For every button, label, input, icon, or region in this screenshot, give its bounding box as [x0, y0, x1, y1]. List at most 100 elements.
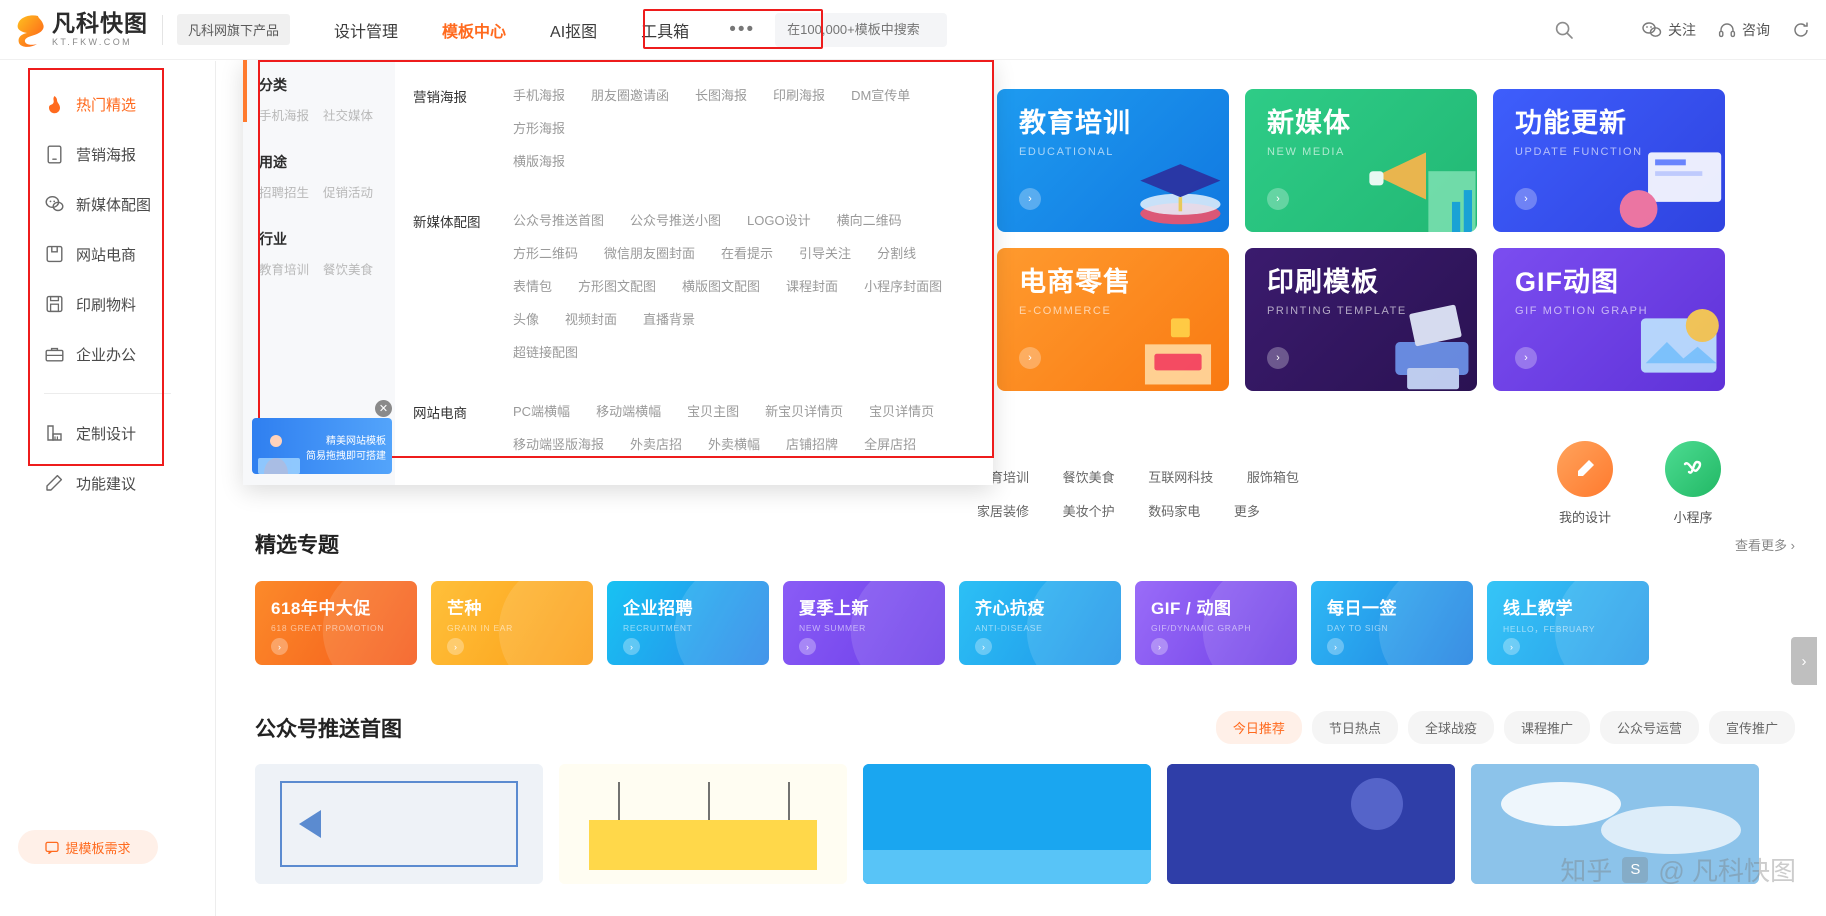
chip-course[interactable]: 课程推广	[1503, 711, 1590, 744]
mega-item[interactable]: 新宝贝详情页	[765, 401, 843, 420]
chip-promotion[interactable]: 宣传推广	[1708, 711, 1795, 744]
nav-item-toolbox[interactable]: 工具箱	[619, 18, 711, 42]
industry-tag[interactable]: 家居装修	[977, 495, 1029, 529]
nav-item-ai-cutout[interactable]: AI抠图	[528, 18, 619, 42]
sidebar-item-feature-suggest[interactable]: 功能建议	[0, 458, 215, 508]
mega-item[interactable]: 宝贝主图	[687, 401, 739, 420]
mega-item[interactable]: 方形图文配图	[578, 276, 656, 295]
mega-item[interactable]: 长图海报	[695, 85, 747, 104]
industry-tag[interactable]: 互联网科技	[1148, 461, 1213, 495]
mega-item[interactable]: 横版图文配图	[682, 276, 760, 295]
topic-card[interactable]: 618年中大促 618 GREAT PROMOTION ›	[255, 581, 417, 665]
thumbnail-card[interactable]	[255, 764, 543, 884]
mega-item[interactable]: 在看提示	[721, 243, 773, 262]
mega-item[interactable]: 引导关注	[799, 243, 851, 262]
topics-next-button[interactable]: ›	[1791, 637, 1817, 685]
thumbnail-card[interactable]	[559, 764, 847, 884]
refresh-button[interactable]	[1792, 21, 1816, 39]
mega-item[interactable]: DM宣传单	[851, 85, 910, 104]
mega-item[interactable]: 直播背景	[643, 309, 695, 328]
mega-item[interactable]: 店铺招牌	[786, 434, 838, 453]
template-request-button[interactable]: 提模板需求	[18, 830, 158, 864]
industry-tag[interactable]: 更多	[1234, 495, 1260, 529]
mega-item[interactable]: 外卖横幅	[708, 434, 760, 453]
chip-operation[interactable]: 公众号运营	[1599, 711, 1699, 744]
category-card[interactable]: 新媒体 NEW MEDIA ›	[1245, 89, 1477, 232]
mega-item[interactable]: PC端横幅	[513, 401, 570, 420]
sidebar-item-custom-design[interactable]: 定制设计	[0, 408, 215, 458]
topic-card[interactable]: 夏季上新 NEW SUMMER ›	[783, 581, 945, 665]
mega-item[interactable]: 手机海报	[513, 85, 565, 104]
filter-tag[interactable]: 促销活动	[323, 182, 373, 201]
category-card[interactable]: 电商零售 E-COMMERCE ›	[997, 248, 1229, 391]
nav-item-design-manage[interactable]: 设计管理	[312, 18, 420, 42]
mega-item[interactable]: 表情包	[513, 276, 552, 295]
chip-global[interactable]: 全球战疫	[1407, 711, 1494, 744]
category-card[interactable]: 功能更新 UPDATE FUNCTION ›	[1493, 89, 1725, 232]
mega-item[interactable]: 横向二维码	[837, 210, 902, 229]
sidebar-item-printing[interactable]: 印刷物料	[0, 279, 215, 329]
topic-card[interactable]: GIF / 动图 GIF/DYNAMIC GRAPH ›	[1135, 581, 1297, 665]
mega-item[interactable]: 头像	[513, 309, 539, 328]
filter-tag[interactable]: 招聘招生	[259, 182, 309, 201]
topic-card[interactable]: 每日一签 DAY TO SIGN ›	[1311, 581, 1473, 665]
filter-tag[interactable]: 教育培训	[259, 259, 309, 278]
promo-close-button[interactable]: ✕	[375, 400, 392, 417]
industry-tag[interactable]: 数码家电	[1148, 495, 1200, 529]
mega-item[interactable]: 公众号推送首图	[513, 210, 604, 229]
mega-item[interactable]: 印刷海报	[773, 85, 825, 104]
nav-item-template-center[interactable]: 模板中心	[420, 18, 528, 42]
topic-card[interactable]: 齐心抗疫 ANTI-DISEASE ›	[959, 581, 1121, 665]
mega-item[interactable]: 移动端竖版海报	[513, 434, 604, 453]
mega-item[interactable]: 方形二维码	[513, 243, 578, 262]
consult-button[interactable]: 咨询	[1718, 20, 1770, 40]
mega-item[interactable]: 微信朋友圈封面	[604, 243, 695, 262]
category-card[interactable]: 印刷模板 PRINTING TEMPLATE ›	[1245, 248, 1477, 391]
mega-item[interactable]: 视频封面	[565, 309, 617, 328]
mega-item[interactable]: 课程封面	[786, 276, 838, 295]
follow-button[interactable]: 关注	[1642, 20, 1696, 40]
industry-tag[interactable]: 美妆个护	[1063, 495, 1115, 529]
sidebar-item-marketing-poster[interactable]: 营销海报	[0, 129, 215, 179]
topic-card[interactable]: 线上教学 HELLO，FEBRUARY ›	[1487, 581, 1649, 665]
mega-item[interactable]: 小程序封面图	[864, 276, 942, 295]
mega-item[interactable]: 分割线	[877, 243, 916, 262]
search-box[interactable]	[775, 12, 948, 47]
category-card[interactable]: 教育培训 EDUCATIONAL ›	[997, 89, 1229, 232]
mega-item[interactable]: 横版海报	[513, 151, 967, 170]
thumbnail-card[interactable]	[863, 764, 1151, 884]
filter-tag[interactable]: 社交媒体	[323, 105, 373, 124]
mega-item[interactable]: 宝贝详情页	[869, 401, 934, 420]
mega-item[interactable]: 全屏店招	[864, 434, 916, 453]
topic-card[interactable]: 企业招聘 RECRUITMENT ›	[607, 581, 769, 665]
mega-item[interactable]: 超链接配图	[513, 342, 967, 361]
industry-tag[interactable]: 服饰箱包	[1247, 461, 1299, 495]
search-icon-button[interactable]	[1554, 20, 1580, 40]
nav-more-button[interactable]: •••	[711, 19, 773, 41]
sidebar-item-new-media[interactable]: 新媒体配图	[0, 179, 215, 229]
mega-item[interactable]: 朋友圈邀请函	[591, 85, 669, 104]
quick-link-miniapp[interactable]: 小程序	[1665, 441, 1721, 526]
filter-tag[interactable]: 手机海报	[259, 105, 309, 124]
mega-item[interactable]: 方形海报	[513, 118, 565, 137]
sub-brand-badge[interactable]: 凡科网旗下产品	[177, 14, 291, 45]
mega-item[interactable]: 外卖店招	[630, 434, 682, 453]
featured-more-link[interactable]: 查看更多 ›	[1735, 535, 1795, 554]
industry-tag[interactable]: 餐饮美食	[1063, 461, 1115, 495]
thumbnail-card[interactable]	[1167, 764, 1455, 884]
topic-card[interactable]: 芒种 GRAIN IN EAR ›	[431, 581, 593, 665]
search-input[interactable]	[775, 22, 948, 37]
mega-item[interactable]: LOGO设计	[747, 210, 811, 229]
sidebar-item-hot[interactable]: 热门精选	[0, 79, 215, 129]
category-card[interactable]: GIF动图 GIF MOTION GRAPH ›	[1493, 248, 1725, 391]
mega-item[interactable]: 公众号推送小图	[630, 210, 721, 229]
quick-link-my-design[interactable]: 我的设计	[1557, 441, 1613, 526]
sidebar-item-office[interactable]: 企业办公	[0, 329, 215, 379]
filter-tag[interactable]: 餐饮美食	[323, 259, 373, 278]
chip-festival[interactable]: 节日热点	[1311, 711, 1398, 744]
promo-banner[interactable]: 精美网站模板 简易拖拽即可搭建	[252, 418, 392, 474]
logo[interactable]: 凡科快图 KT.FKW.COM	[14, 12, 148, 47]
sidebar-item-ecommerce[interactable]: 网站电商	[0, 229, 215, 279]
mega-item[interactable]: 移动端横幅	[596, 401, 661, 420]
chip-today[interactable]: 今日推荐	[1215, 711, 1302, 744]
